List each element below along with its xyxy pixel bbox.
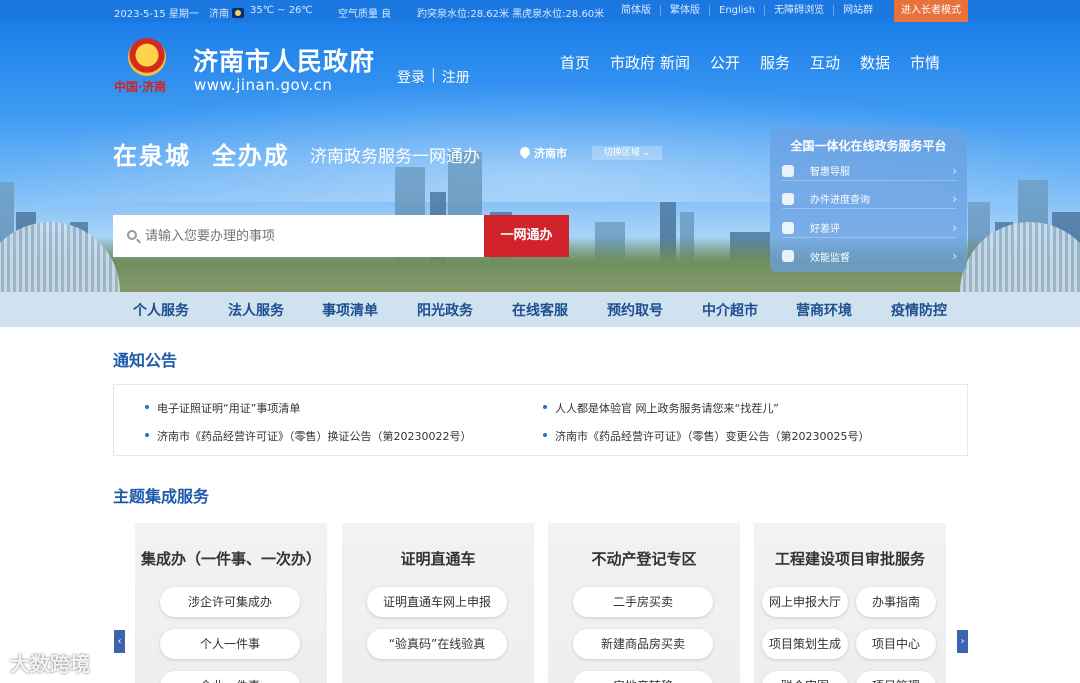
national-emblem-icon [128, 38, 166, 76]
link-traditional[interactable]: 繁体版 [661, 5, 710, 16]
switch-region-dropdown[interactable]: 切换区域 ⌄ [592, 146, 662, 160]
search-input[interactable] [145, 226, 465, 246]
theme-link[interactable]: 二手房买卖 [573, 587, 713, 617]
theme-link[interactable]: 房地产转移 [573, 671, 713, 683]
chevron-right-icon: › [952, 249, 957, 263]
notice-item[interactable]: 人人都是体验官 网上政务服务请您来“找茬儿” [543, 400, 779, 416]
rating-icon [782, 221, 794, 234]
auth-links: 登录 | 注册 [397, 67, 470, 87]
location-indicator: 济南市 [520, 145, 567, 161]
theme-card-real-estate: 不动产登记专区 二手房买卖 新建商品房买卖 房地产转移 [548, 523, 740, 683]
service-sunshine-gov[interactable]: 阳光政务 [417, 300, 473, 320]
service-online-support[interactable]: 在线客服 [512, 300, 568, 320]
theme-card-construction: 工程建设项目审批服务 网上申报大厅 办事指南 项目策划生成 项目中心 联合审图 … [754, 523, 946, 683]
platform-item-rating[interactable]: 好差评 › [782, 218, 957, 238]
nav-government[interactable]: 市政府 [610, 52, 660, 73]
nav-interact[interactable]: 互动 [810, 52, 860, 73]
guide-icon [782, 164, 794, 177]
theme-link[interactable]: 网上申报大厅 [762, 587, 848, 617]
theme-link[interactable]: 项目中心 [856, 629, 936, 659]
platform-item-guide[interactable]: 智惠导服 › [782, 161, 957, 181]
theme-link[interactable]: 新建商品房买卖 [573, 629, 713, 659]
nav-city-info[interactable]: 市情 [910, 52, 960, 73]
notice-item[interactable]: 济南市《药品经营许可证》（零售）变更公告（第20230025号） [543, 428, 870, 444]
hero-subtitle: 济南政务服务一网通办 [310, 147, 480, 167]
login-link[interactable]: 登录 [397, 67, 425, 87]
theme-link[interactable]: 联合审图 [762, 671, 848, 683]
notices-heading: 通知公告 [113, 351, 178, 370]
service-item-list[interactable]: 事项清单 [322, 300, 378, 320]
notice-item[interactable]: 济南市《药品经营许可证》（零售）换证公告（第20230022号） [145, 428, 472, 444]
chevron-right-icon: › [952, 191, 957, 206]
chevron-right-icon: › [952, 163, 957, 178]
emblem-caption: 中国·济南 [114, 80, 167, 94]
site-url: www.jinan.gov.cn [194, 76, 333, 94]
theme-link[interactable]: 企业一件事 [160, 671, 300, 683]
nav-service[interactable]: 服务 [760, 52, 810, 73]
themes-heading: 主题集成服务 [113, 487, 210, 506]
card-title: 不动产登记专区 [591, 550, 697, 568]
nav-home[interactable]: 首页 [560, 52, 610, 73]
location-pin-icon [520, 147, 530, 159]
nav-open[interactable]: 公开 [710, 52, 760, 73]
carousel-next-button[interactable]: › [957, 630, 968, 653]
temperature-text: 35℃ ~ 26℃ [250, 5, 313, 16]
service-personal[interactable]: 个人服务 [133, 300, 189, 320]
search-icon [127, 230, 137, 240]
register-link[interactable]: 注册 [442, 67, 470, 87]
theme-link[interactable]: 项目策划生成 [762, 629, 848, 659]
hero-slogan: 在泉城 全办成 [113, 142, 290, 170]
platform-item-supervision[interactable]: 效能监督 › [782, 246, 957, 266]
link-english[interactable]: English [710, 5, 766, 16]
theme-link[interactable]: 办事指南 [856, 587, 936, 617]
date-text: 2023-5-15 星期一 [114, 9, 199, 20]
service-legal-person[interactable]: 法人服务 [228, 300, 284, 320]
link-simplified[interactable]: 简体版 [612, 5, 661, 16]
service-nav-bar: 个人服务 法人服务 事项清单 阳光政务 在线客服 预约取号 中介超市 营商环境 … [0, 292, 1080, 327]
air-quality-text: 空气质量 良 [338, 9, 392, 20]
service-epidemic[interactable]: 疫情防控 [891, 300, 947, 320]
platform-item-progress[interactable]: 办件进度查询 › [782, 189, 957, 209]
service-appointment[interactable]: 预约取号 [607, 300, 663, 320]
supervision-icon [782, 250, 794, 262]
theme-link[interactable]: “验真码”在线验真 [367, 629, 507, 659]
moon-weather-icon [232, 8, 244, 18]
card-title: 集成办（一件事、一次办） [140, 550, 321, 568]
theme-link[interactable]: 涉企许可集成办 [160, 587, 300, 617]
weather-city: 济南 [209, 5, 247, 20]
notices-list [113, 384, 968, 456]
service-agency-market[interactable]: 中介超市 [702, 300, 758, 320]
carousel-prev-button[interactable]: ‹ [114, 630, 125, 653]
theme-card-certificate: 证明直通车 证明直通车网上申报 “验真码”在线验真 [342, 523, 534, 683]
watermark-logo: 大数跨境 [10, 652, 90, 676]
theme-link[interactable]: 个人一件事 [160, 629, 300, 659]
notice-item[interactable]: 电子证照证明“用证”事项清单 [144, 400, 300, 416]
theme-link[interactable]: 项目管理 [856, 671, 936, 683]
site-title[interactable]: 济南市人民政府 [193, 42, 375, 78]
nav-data[interactable]: 数据 [860, 52, 910, 73]
header-hero: 中国·济南 济南市人民政府 www.jinan.gov.cn 登录 | 注册 首… [0, 22, 1080, 327]
link-site-group[interactable]: 网站群 [834, 5, 882, 16]
shield-icon [782, 192, 794, 205]
search-button[interactable]: 一网通办 [484, 215, 569, 257]
chevron-right-icon: › [952, 220, 957, 235]
theme-card-integrated: 集成办（一件事、一次办） 涉企许可集成办 个人一件事 企业一件事 [135, 523, 327, 683]
link-accessibility[interactable]: 无障碍浏览 [765, 5, 835, 16]
card-title: 证明直通车 [400, 550, 476, 568]
card-title: 工程建设项目审批服务 [774, 550, 925, 568]
top-utility-bar: 2023-5-15 星期一 济南 35℃ ~ 26℃ 空气质量 良 趵突泉水位:… [0, 0, 1080, 22]
spring-water-level: 趵突泉水位:28.62米 黑虎泉水位:28.60米 [417, 9, 605, 20]
search-box [113, 215, 484, 257]
topbar-links: 简体版 繁体版 English 无障碍浏览 网站群 [612, 5, 882, 16]
service-business-env[interactable]: 营商环境 [796, 300, 852, 320]
theme-link[interactable]: 证明直通车网上申报 [367, 587, 507, 617]
platform-title: 全国一体化在线政务服务平台 [790, 139, 947, 153]
nav-news[interactable]: 新闻 [660, 52, 710, 73]
elder-mode-button[interactable]: 进入长者模式 [894, 0, 968, 22]
main-nav: 首页 市政府 新闻 公开 服务 互动 数据 市情 [560, 52, 960, 73]
gov-service-platform-panel: 全国一体化在线政务服务平台 智惠导服 › 办件进度查询 › 好差评 › 效能监督 › [770, 129, 967, 272]
